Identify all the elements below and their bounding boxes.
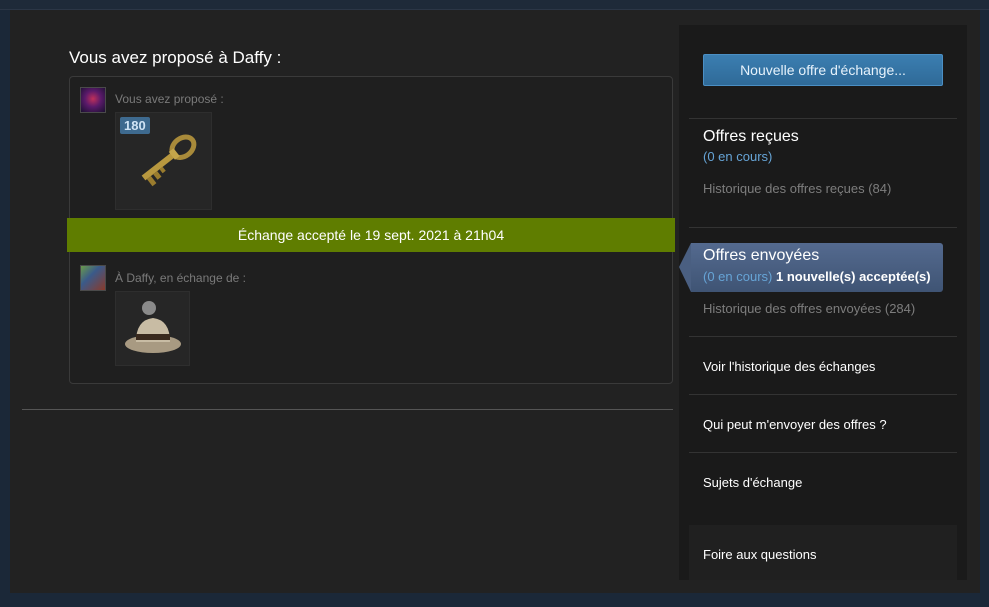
who-can-send-link[interactable]: Qui peut m'envoyer des offres ?	[703, 417, 887, 432]
sidebar-divider	[689, 452, 957, 453]
received-pending-count[interactable]: (0 en cours)	[703, 149, 772, 164]
received-offers-heading[interactable]: Offres reçues	[703, 128, 799, 146]
active-tab-arrow	[679, 243, 691, 292]
received-history-link[interactable]: Historique des offres reçues (84)	[703, 181, 891, 196]
offer-title: Vous avez proposé à Daffy :	[69, 48, 282, 67]
sidebar-gap	[689, 510, 957, 525]
sidebar: Nouvelle offre d'échange... Offres reçue…	[679, 25, 967, 580]
trade-topics-link[interactable]: Sujets d'échange	[703, 475, 802, 490]
sidebar-divider	[689, 394, 957, 395]
sidebar-divider	[689, 227, 957, 228]
quantity-badge: 180	[120, 117, 150, 134]
sent-accepted-count: 1 nouvelle(s) acceptée(s)	[776, 269, 931, 284]
trade-history-link[interactable]: Voir l'historique des échanges	[703, 359, 875, 374]
new-trade-offer-button[interactable]: Nouvelle offre d'échange...	[703, 54, 943, 86]
item-slot-key[interactable]: 180	[115, 112, 212, 210]
you-offered-label: Vous avez proposé :	[115, 92, 224, 106]
sent-history-link[interactable]: Historique des offres envoyées (284)	[703, 301, 915, 316]
trade-accepted-banner: Échange accepté le 19 sept. 2021 à 21h04	[67, 218, 675, 252]
item-slot-hat[interactable]	[115, 291, 190, 366]
in-exchange-label: À Daffy, en échange de :	[115, 271, 246, 285]
daffy-avatar[interactable]	[80, 265, 106, 291]
faq-link[interactable]: Foire aux questions	[703, 547, 816, 562]
sidebar-divider	[689, 118, 957, 119]
top-strip	[0, 0, 989, 10]
sent-offers-tab[interactable]: Offres envoyées (0 en cours) 1 nouvelle(…	[679, 243, 943, 292]
user-avatar[interactable]	[80, 87, 106, 113]
sent-status-line: (0 en cours) 1 nouvelle(s) acceptée(s)	[703, 269, 931, 284]
sidebar-divider	[689, 336, 957, 337]
sent-pending-count: (0 en cours)	[703, 269, 773, 284]
hat-icon	[125, 301, 181, 353]
sent-offers-heading: Offres envoyées	[703, 247, 820, 264]
divider	[22, 409, 673, 410]
trade-offer-page: Vous avez proposé à Daffy : Vous avez pr…	[10, 10, 980, 593]
